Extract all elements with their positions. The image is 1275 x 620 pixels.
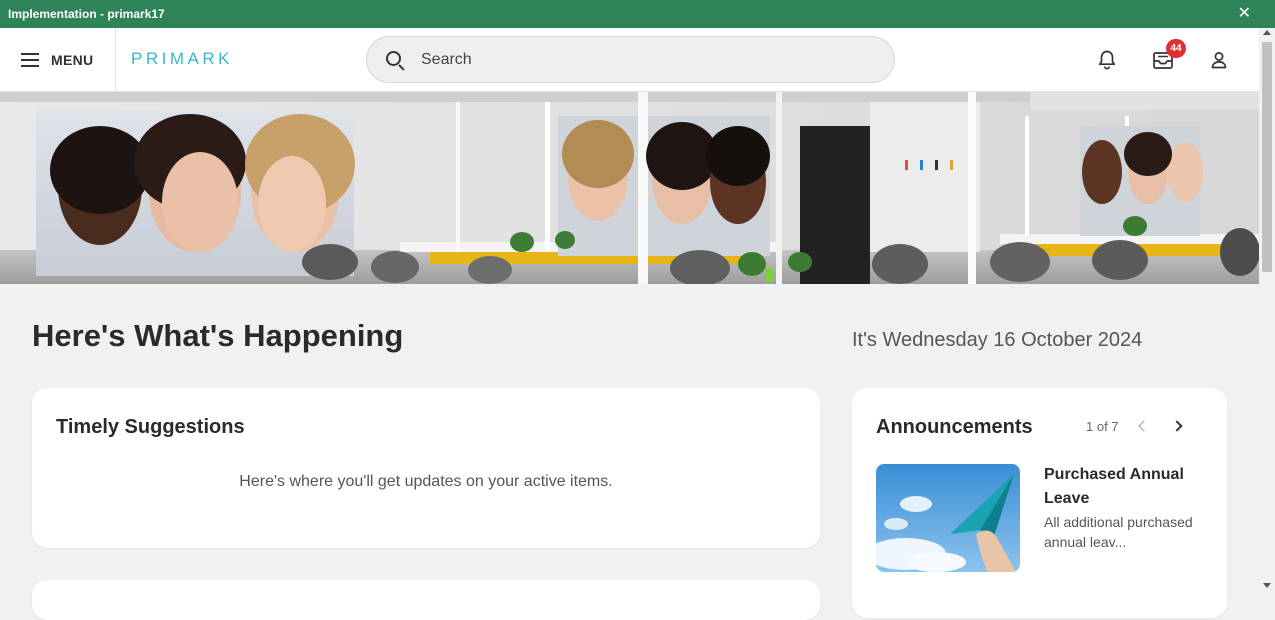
hero-banner — [0, 92, 1259, 284]
announcement-image[interactable] — [876, 464, 1020, 572]
current-date: It's Wednesday 16 October 2024 — [852, 329, 1143, 351]
page-title: Here's What's Happening — [32, 318, 404, 353]
timely-suggestions-empty-text: Here's where you'll get updates on your … — [239, 473, 613, 490]
announcement-item-title[interactable]: Purchased Annual Leave — [1044, 463, 1204, 511]
app-header: MENU PRIMARK — [0, 28, 1259, 92]
timely-suggestions-card: Timely Suggestions Here's where you'll g… — [32, 388, 820, 548]
scroll-up-arrow[interactable] — [1263, 30, 1271, 35]
announcements-pager: 1 of 7 — [1086, 419, 1119, 434]
salon-banner-image — [0, 92, 1259, 284]
announcements-title: Announcements — [876, 416, 1033, 438]
bell-icon[interactable] — [1093, 46, 1121, 74]
scrollbar-thumb[interactable] — [1262, 42, 1272, 272]
menu-button[interactable]: MENU — [0, 28, 116, 92]
announcement-item-desc: All additional purchased annual leav... — [1044, 514, 1193, 550]
window-titlebar: Implementation - primark17 ✕ — [0, 0, 1275, 28]
window-title: Implementation - primark17 — [8, 7, 165, 21]
primark-logo[interactable]: PRIMARK — [131, 49, 233, 69]
search-icon — [385, 50, 405, 71]
search-bar[interactable] — [366, 36, 895, 83]
user-icon[interactable] — [1205, 46, 1233, 74]
menu-label: MENU — [51, 52, 94, 68]
timely-suggestions-title: Timely Suggestions — [56, 416, 245, 438]
page-scrollbar[interactable] — [1259, 28, 1275, 592]
inbox-badge: 44 — [1166, 39, 1186, 58]
hamburger-icon — [21, 53, 39, 67]
next-card — [32, 580, 820, 620]
search-input[interactable] — [421, 50, 841, 69]
scroll-down-arrow[interactable] — [1263, 583, 1271, 588]
close-icon[interactable]: ✕ — [1238, 0, 1251, 28]
